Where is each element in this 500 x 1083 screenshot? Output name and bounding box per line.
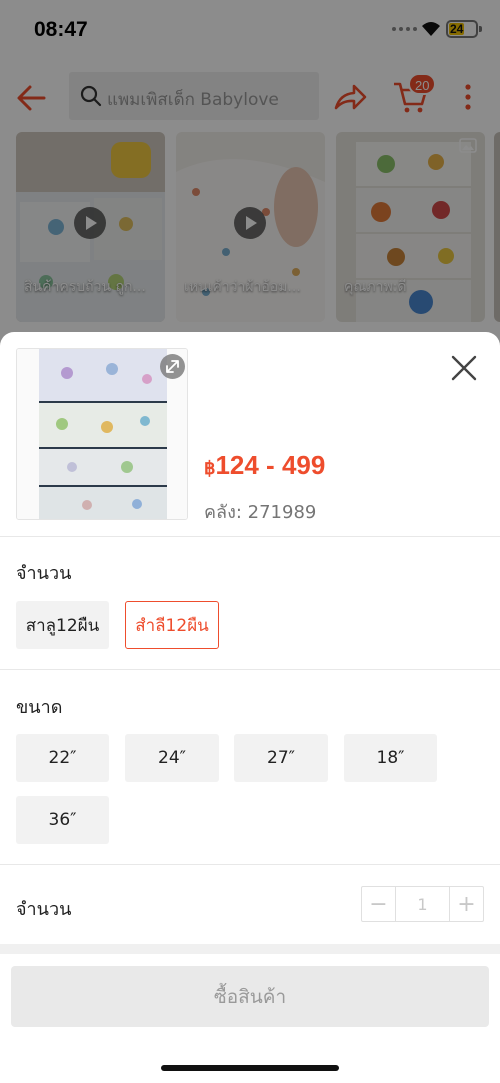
expand-image-icon[interactable] <box>160 354 185 379</box>
price-range: ฿124 - 499 <box>204 450 325 481</box>
quantity-section-title: จำนวน <box>16 899 72 920</box>
close-icon[interactable] <box>449 353 479 383</box>
variation-bottom-sheet: ฿124 - 499 คลัง: 271989 จำนวน สาลู12ผืน … <box>0 332 500 1083</box>
price-value: 124 - 499 <box>215 450 326 480</box>
size-option-24[interactable]: 24″ <box>125 734 219 782</box>
quantity-input[interactable]: 1 <box>395 887 450 921</box>
size-option-27[interactable]: 27″ <box>234 734 328 782</box>
size-option-18[interactable]: 18″ <box>344 734 437 782</box>
divider <box>0 669 500 670</box>
variation-option-samli-selected[interactable]: สำลี12ผืน <box>125 601 219 649</box>
variation-option-salu[interactable]: สาลู12ผืน <box>16 601 109 649</box>
size-section-title: ขนาด <box>16 697 63 718</box>
footer-separator <box>0 944 500 954</box>
size-option-36[interactable]: 36″ <box>16 796 109 844</box>
variation-section-title: จำนวน <box>16 563 72 584</box>
quantity-stepper: − 1 + <box>361 886 484 922</box>
increase-quantity-button[interactable]: + <box>450 887 483 921</box>
divider <box>0 536 500 537</box>
size-option-22[interactable]: 22″ <box>16 734 109 782</box>
product-image[interactable] <box>16 348 188 520</box>
home-indicator <box>161 1065 339 1071</box>
currency-symbol: ฿ <box>204 458 216 478</box>
buy-now-button[interactable]: ซื้อสินค้า <box>11 966 489 1027</box>
divider <box>0 864 500 865</box>
stock-count: คลัง: 271989 <box>204 502 317 523</box>
decrease-quantity-button[interactable]: − <box>362 887 395 921</box>
